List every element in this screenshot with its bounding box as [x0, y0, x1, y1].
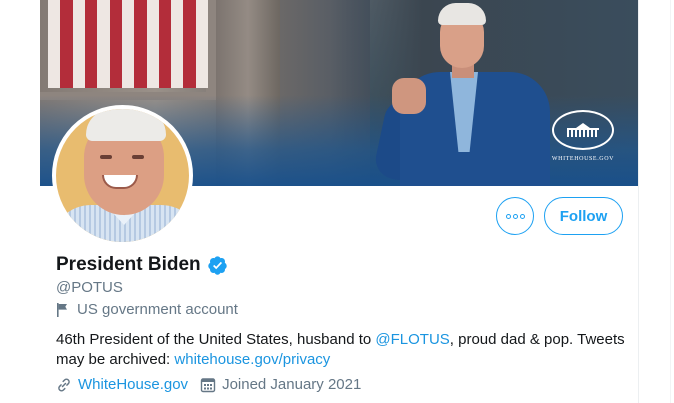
government-account-label[interactable]: US government account — [56, 301, 238, 318]
government-account-text: US government account — [77, 301, 238, 318]
handle: @POTUS — [56, 279, 123, 296]
follow-button[interactable]: Follow — [544, 197, 623, 235]
left-gutter — [0, 0, 40, 403]
divider — [670, 0, 671, 403]
website-link[interactable]: WhiteHouse.gov — [78, 376, 188, 393]
link-icon — [58, 378, 70, 391]
display-name: President Biden — [56, 254, 228, 276]
profile-bio: 46th President of the United States, hus… — [56, 330, 636, 370]
whitehouse-logo: WHITEHOUSE.GOV — [550, 110, 616, 172]
mention-link[interactable]: @FLOTUS — [375, 331, 449, 348]
display-name-text: President Biden — [56, 254, 201, 275]
profile-meta: WhiteHouse.gov Joined January 2021 — [56, 376, 361, 393]
banner-flag — [48, 0, 209, 88]
profile-header: WHITEHOUSE.GOV Follow President Biden @P… — [40, 0, 638, 403]
calendar-icon — [200, 377, 216, 392]
joined-date: Joined January 2021 — [222, 376, 362, 393]
avatar[interactable] — [52, 105, 193, 246]
more-horizontal-icon — [505, 213, 525, 219]
bio-text-1: 46th President of the United States, hus… — [56, 331, 376, 348]
right-sidebar-edge — [638, 0, 674, 403]
privacy-link[interactable]: whitehouse.gov/privacy — [174, 351, 330, 368]
banner-photo-subject — [370, 0, 560, 186]
verified-badge-icon — [207, 255, 227, 275]
whitehouse-logo-text: WHITEHOUSE.GOV — [551, 156, 615, 162]
more-options-button[interactable] — [496, 197, 534, 235]
flag-icon — [57, 302, 67, 317]
